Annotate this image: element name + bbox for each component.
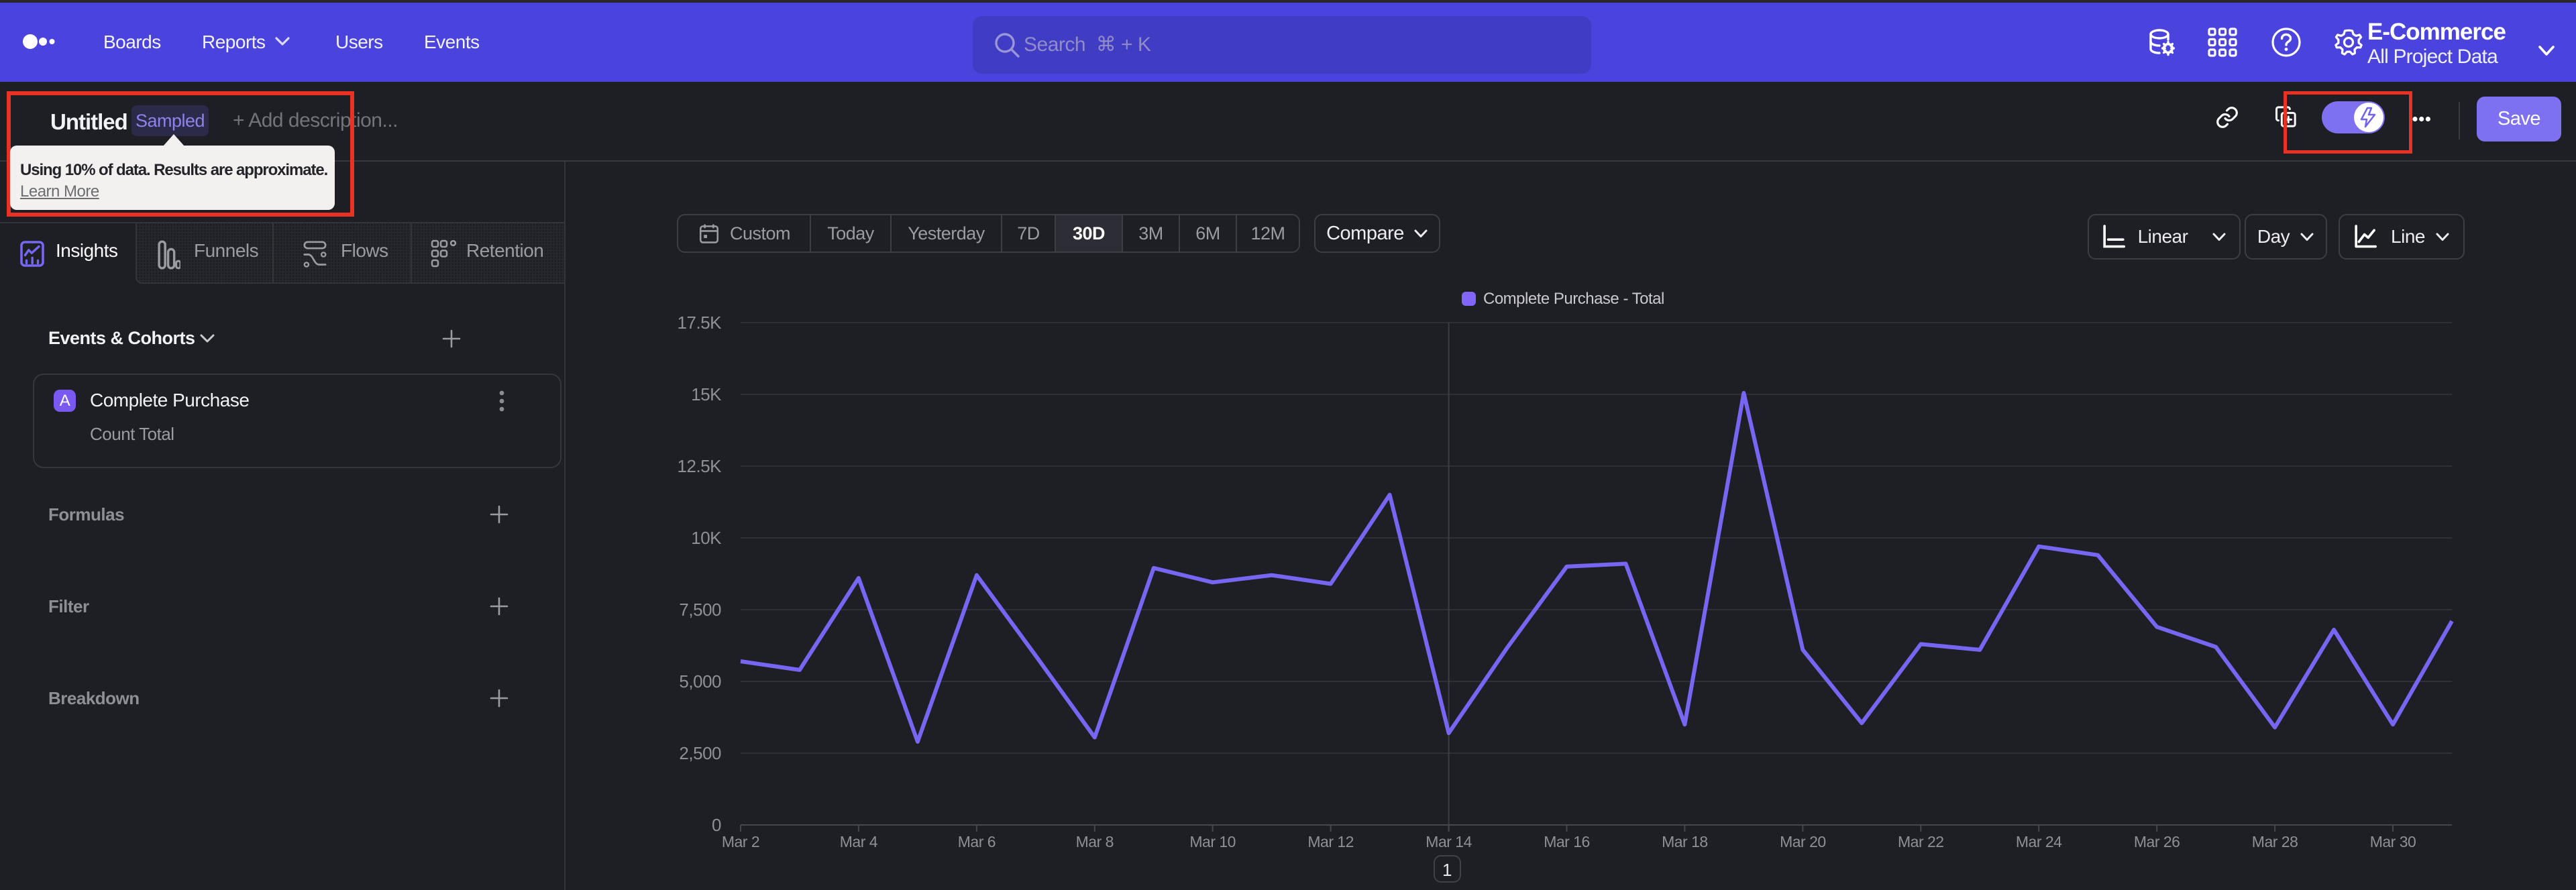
svg-text:17.5K: 17.5K	[678, 313, 722, 333]
svg-text:Mar 10: Mar 10	[1189, 833, 1236, 850]
svg-text:7,500: 7,500	[679, 600, 721, 620]
svg-text:Mar 30: Mar 30	[2370, 833, 2416, 850]
svg-text:Complete Purchase - Total: Complete Purchase - Total	[1483, 290, 1664, 308]
svg-text:0: 0	[712, 815, 721, 835]
svg-text:Mar 14: Mar 14	[1426, 833, 1472, 850]
svg-text:Mar 8: Mar 8	[1076, 833, 1114, 850]
svg-text:Mar 26: Mar 26	[2134, 833, 2180, 850]
svg-text:Mar 20: Mar 20	[1780, 833, 1826, 850]
svg-text:Mar 4: Mar 4	[840, 833, 878, 850]
svg-text:Mar 16: Mar 16	[1544, 833, 1590, 850]
svg-text:1: 1	[1442, 860, 1452, 880]
svg-text:Mar 24: Mar 24	[2016, 833, 2062, 850]
svg-text:10K: 10K	[691, 528, 722, 548]
svg-text:15K: 15K	[691, 384, 722, 404]
svg-text:Mar 22: Mar 22	[1898, 833, 1944, 850]
svg-text:Mar 18: Mar 18	[1662, 833, 1708, 850]
svg-text:5,000: 5,000	[679, 671, 721, 691]
svg-text:Mar 28: Mar 28	[2252, 833, 2298, 850]
svg-text:Mar 2: Mar 2	[722, 833, 759, 850]
svg-text:2,500: 2,500	[679, 743, 721, 763]
svg-text:Mar 6: Mar 6	[958, 833, 996, 850]
svg-text:Mar 12: Mar 12	[1307, 833, 1354, 850]
svg-text:12.5K: 12.5K	[678, 456, 722, 476]
